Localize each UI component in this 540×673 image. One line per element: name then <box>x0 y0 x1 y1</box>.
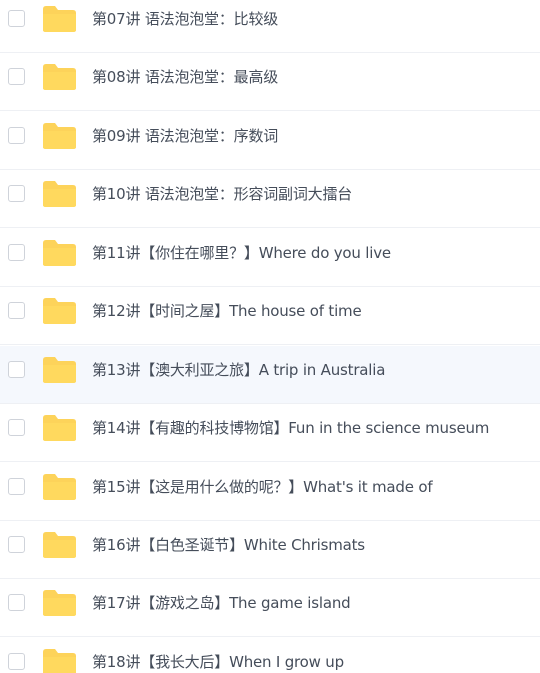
row-checkbox[interactable] <box>8 594 25 611</box>
file-row-16[interactable]: 第16讲【白色圣诞节】White Chrismats <box>0 521 540 579</box>
folder-name[interactable]: 第10讲 语法泡泡堂：形容词副词大擂台 <box>92 184 352 204</box>
row-checkbox[interactable] <box>8 10 25 27</box>
file-row-10[interactable]: 第10讲 语法泡泡堂：形容词副词大擂台 <box>0 170 540 228</box>
row-checkbox[interactable] <box>8 68 25 85</box>
row-checkbox[interactable] <box>8 478 25 495</box>
folder-name[interactable]: 第15讲【这是用什么做的呢？】What's it made of <box>92 477 433 497</box>
file-row-18[interactable]: 第18讲【我长大后】When I grow up <box>0 638 540 673</box>
file-row-07[interactable]: 第07讲 语法泡泡堂：比较级 <box>0 0 540 53</box>
row-checkbox[interactable] <box>8 653 25 670</box>
file-row-13[interactable]: 第13讲【澳大利亚之旅】A trip in Australia <box>0 346 540 404</box>
file-row-15[interactable]: 第15讲【这是用什么做的呢？】What's it made of <box>0 463 540 521</box>
folder-name[interactable]: 第16讲【白色圣诞节】White Chrismats <box>92 535 365 555</box>
folder-name[interactable]: 第08讲 语法泡泡堂：最高级 <box>92 67 278 87</box>
folder-name[interactable]: 第14讲【有趣的科技博物馆】Fun in the science museum <box>92 418 489 438</box>
folder-name[interactable]: 第18讲【我长大后】When I grow up <box>92 652 344 672</box>
file-row-12[interactable]: 第12讲【时间之屋】The house of time <box>0 287 540 345</box>
row-checkbox[interactable] <box>8 419 25 436</box>
row-checkbox[interactable] <box>8 244 25 261</box>
file-list: 第07讲 语法泡泡堂：比较级 第08讲 语法泡泡堂：最高级 第09讲 语法泡泡堂… <box>0 0 540 673</box>
row-checkbox[interactable] <box>8 536 25 553</box>
file-row-11[interactable]: 第11讲【你住在哪里？】Where do you live <box>0 229 540 287</box>
row-checkbox[interactable] <box>8 185 25 202</box>
file-row-08[interactable]: 第08讲 语法泡泡堂：最高级 <box>0 53 540 111</box>
folder-name[interactable]: 第12讲【时间之屋】The house of time <box>92 301 362 321</box>
folder-name[interactable]: 第17讲【游戏之岛】The game island <box>92 593 351 613</box>
row-checkbox[interactable] <box>8 302 25 319</box>
folder-name[interactable]: 第11讲【你住在哪里？】Where do you live <box>92 243 391 263</box>
folder-name[interactable]: 第09讲 语法泡泡堂：序数词 <box>92 126 278 146</box>
folder-name[interactable]: 第13讲【澳大利亚之旅】A trip in Australia <box>92 360 385 380</box>
row-checkbox[interactable] <box>8 361 25 378</box>
file-row-09[interactable]: 第09讲 语法泡泡堂：序数词 <box>0 112 540 170</box>
file-row-14[interactable]: 第14讲【有趣的科技博物馆】Fun in the science museum <box>0 404 540 462</box>
folder-name[interactable]: 第07讲 语法泡泡堂：比较级 <box>92 9 278 29</box>
row-checkbox[interactable] <box>8 127 25 144</box>
file-row-17[interactable]: 第17讲【游戏之岛】The game island <box>0 579 540 637</box>
